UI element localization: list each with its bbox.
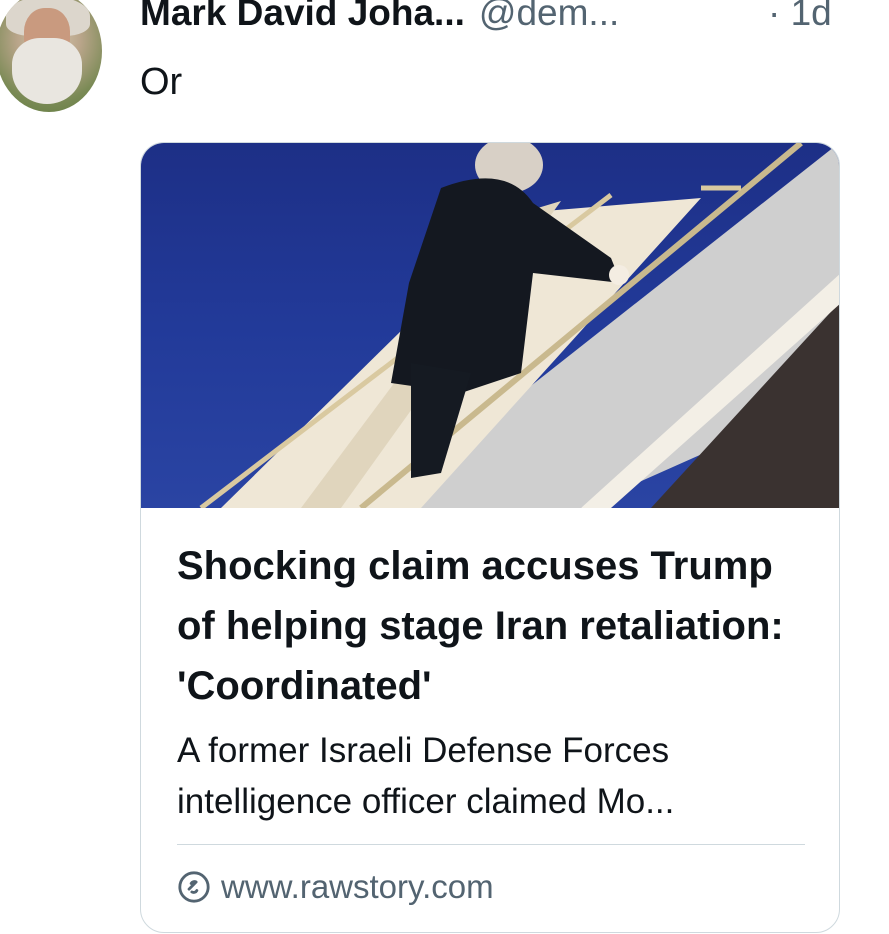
link-card[interactable]: Shocking claim accuses Trump of helping … [140, 142, 840, 933]
card-title[interactable]: Shocking claim accuses Trump of helping … [177, 536, 817, 716]
link-icon [178, 871, 210, 903]
card-domain-row[interactable]: www.rawstory.com [177, 865, 494, 909]
card-domain: www.rawstory.com [221, 868, 494, 905]
airplane-stairs-photo [199, 143, 839, 508]
author-handle[interactable]: @dem... [479, 0, 619, 33]
author-display-name[interactable]: Mark David Joha... [140, 0, 465, 33]
card-image[interactable] [141, 143, 839, 508]
tweet-header: Mark David Joha... @dem... · 1d [140, 0, 889, 38]
author-avatar[interactable] [0, 0, 102, 112]
card-divider [177, 844, 805, 845]
tweet-timestamp[interactable]: · 1d [768, 0, 832, 38]
card-description: A former Israeli Defense Forces intellig… [177, 731, 675, 821]
tweet-text: Or [140, 61, 183, 103]
